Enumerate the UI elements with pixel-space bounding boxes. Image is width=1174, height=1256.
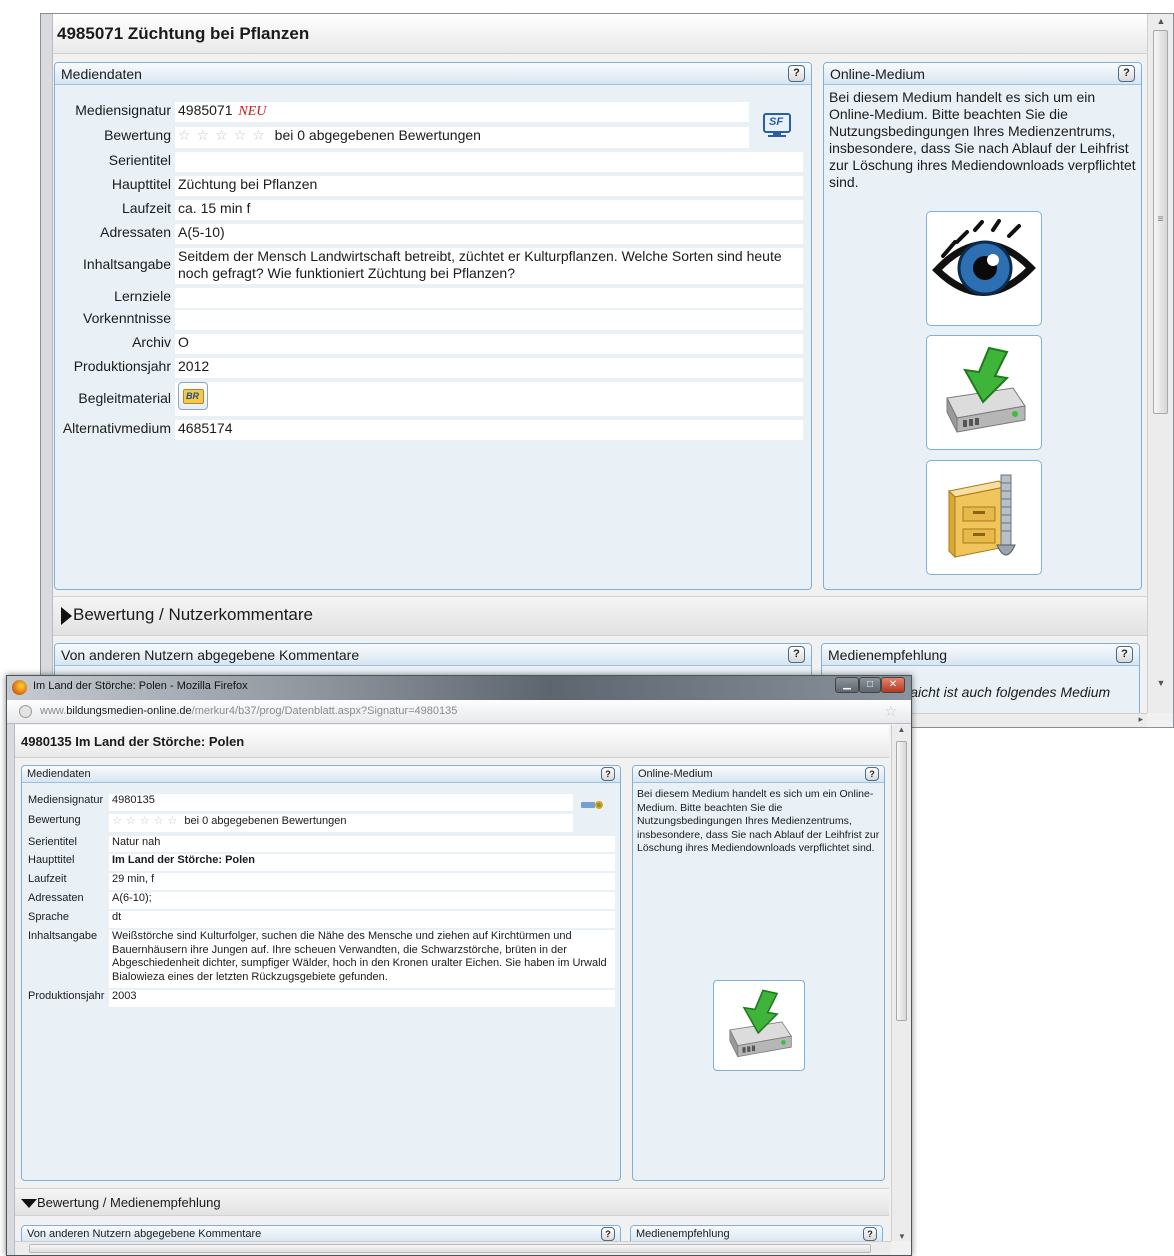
maximize-button[interactable]: □ [859, 677, 881, 693]
help-icon[interactable]: ? [601, 1227, 615, 1241]
field-row-serientitel: Serientitel Natur nah [23, 832, 615, 852]
field-row-inhaltsangabe: Inhaltsangabe Weißstörche sind Kulturfol… [23, 928, 615, 988]
mediendaten-fields: Mediensignatur 4985071 NEU Bewertung ☆☆☆… [55, 98, 803, 440]
field-row-adressaten: Adressaten A(5-10) [55, 220, 803, 244]
field-row-lernziele: Lernziele [55, 284, 803, 308]
field-row-begleitmaterial: Begleitmaterial BR [55, 378, 803, 416]
firefox-icon [12, 680, 27, 695]
field-row-serientitel: Serientitel [55, 148, 803, 172]
scroll-down-arrow[interactable]: ▼ [1148, 676, 1173, 690]
page-title: 4980135 Im Land der Störche: Polen [15, 725, 889, 758]
close-button[interactable]: ✕ [881, 677, 905, 693]
page-title: 4985071 Züchtung bei Pflanzen [53, 14, 1147, 54]
horizontal-scrollbar[interactable] [15, 1241, 891, 1255]
help-icon[interactable]: ? [1118, 65, 1135, 82]
view-online-button[interactable] [926, 211, 1042, 326]
rating-stars[interactable]: ☆☆☆☆☆ [112, 815, 181, 827]
mediendaten-header: Mediendaten ? [55, 63, 811, 85]
window-titlebar[interactable]: Im Land der Störche: Polen - Mozilla Fir… [7, 676, 911, 700]
field-row-alternativmedium: Alternativmedium 4685174 [55, 416, 803, 440]
online-medium-notice: Bei diesem Medium handelt es sich um ein… [637, 788, 880, 854]
address-bar[interactable]: www.bildungsmedien-online.de/merkur4/b37… [7, 700, 911, 724]
ratings-accordion-toggle[interactable]: Bewertung / Medienempfehlung [15, 1188, 889, 1216]
firefox-window: Im Land der Störche: Polen - Mozilla Fir… [6, 675, 912, 1256]
online-medium-header: Online-Medium ? [824, 63, 1141, 85]
globe-icon [19, 705, 32, 718]
collapse-arrow-icon [21, 1199, 37, 1208]
field-row-archiv: Archiv O [55, 330, 803, 354]
field-row-haupttitel: Haupttitel Züchtung bei Pflanzen [55, 172, 803, 196]
mediendaten-fields: Mediensignatur 4980135 Bewertung ☆☆☆☆☆ b… [23, 791, 615, 1007]
help-icon[interactable]: ? [865, 767, 879, 781]
download-drive-icon [946, 346, 1026, 433]
horizontal-scrollbar[interactable]: ▸ [901, 713, 1147, 727]
online-medium-notice: Bei diesem Medium handelt es sich um ein… [829, 89, 1136, 190]
rating-stars[interactable]: ☆☆☆☆☆ [178, 127, 271, 143]
scrollbar-thumb[interactable] [896, 741, 907, 1021]
field-row-mediensignatur: Mediensignatur 4985071 NEU [55, 98, 803, 122]
sf-icon[interactable]: SF [762, 110, 792, 140]
field-row-bewertung: Bewertung ☆☆☆☆☆ bei 0 abgegebenen Bewert… [55, 122, 803, 148]
vertical-scrollbar[interactable]: ▲ ▼ [891, 725, 911, 1241]
background-browser-window: 4985071 Züchtung bei Pflanzen Mediendate… [40, 13, 1174, 728]
help-icon[interactable]: ? [1116, 646, 1133, 663]
field-row-bewertung: Bewertung ☆☆☆☆☆ bei 0 abgegebenen Bewert… [23, 811, 615, 832]
field-row-produktionsjahr: Produktionsjahr 2012 [55, 354, 803, 378]
field-row-sprache: Sprache dt [23, 909, 615, 928]
field-row-haupttitel: Haupttitel Im Land der Störche: Polen [23, 852, 615, 871]
eye-icon [932, 219, 1036, 296]
horizontal-scrollbar-thumb[interactable] [29, 1244, 871, 1253]
mediendaten-header: Mediendaten ? [22, 766, 620, 783]
field-row-inhaltsangabe: Inhaltsangabe Seitdem der Mensch Landwir… [55, 244, 803, 284]
bookmark-star-icon[interactable]: ☆ [884, 703, 897, 720]
scroll-down-arrow[interactable]: ▼ [892, 1232, 911, 1241]
scroll-up-arrow[interactable]: ▲ [1148, 14, 1173, 28]
new-badge: NEU [238, 104, 267, 119]
online-medium-header: Online-Medium ? [633, 766, 884, 783]
help-icon[interactable]: ? [601, 767, 615, 781]
download-button[interactable] [713, 980, 805, 1071]
field-row-laufzeit: Laufzeit 29 min, f [23, 871, 615, 890]
field-row-mediensignatur: Mediensignatur 4980135 [23, 791, 615, 811]
field-row-adressaten: Adressaten A(6-10); [23, 890, 615, 909]
download-drive-icon [729, 989, 792, 1058]
scroll-up-arrow[interactable]: ▲ [892, 725, 911, 734]
field-row-produktionsjahr: Produktionsjahr 2003 [23, 988, 615, 1007]
expand-arrow-icon [61, 607, 72, 625]
download-button[interactable] [926, 335, 1042, 450]
vertical-scrollbar[interactable]: ▲ ≡ ▼ [1147, 14, 1173, 713]
help-icon[interactable]: ? [788, 646, 805, 663]
ratings-accordion-toggle[interactable]: Bewertung / Nutzerkommentare [53, 596, 1147, 636]
archive-download-button[interactable] [926, 460, 1042, 575]
field-row-vorkenntnisse: Vorkenntnisse [55, 308, 803, 330]
minimize-button[interactable]: ▁ [835, 677, 859, 693]
online-medium-panel: Online-Medium ? Bei diesem Medium handel… [823, 62, 1142, 590]
online-medium-panel: Online-Medium ? Bei diesem Medium handel… [632, 765, 885, 1181]
help-icon[interactable]: ? [863, 1227, 877, 1241]
media-logo-icon [581, 797, 605, 809]
br-folder-icon[interactable]: BR [178, 382, 208, 410]
help-icon[interactable]: ? [788, 65, 805, 82]
recommendation-text: llaicht ist auch folgendes Medium [904, 684, 1111, 700]
field-row-laufzeit: Laufzeit ca. 15 min f [55, 196, 803, 220]
archive-zip-icon [947, 474, 1016, 559]
